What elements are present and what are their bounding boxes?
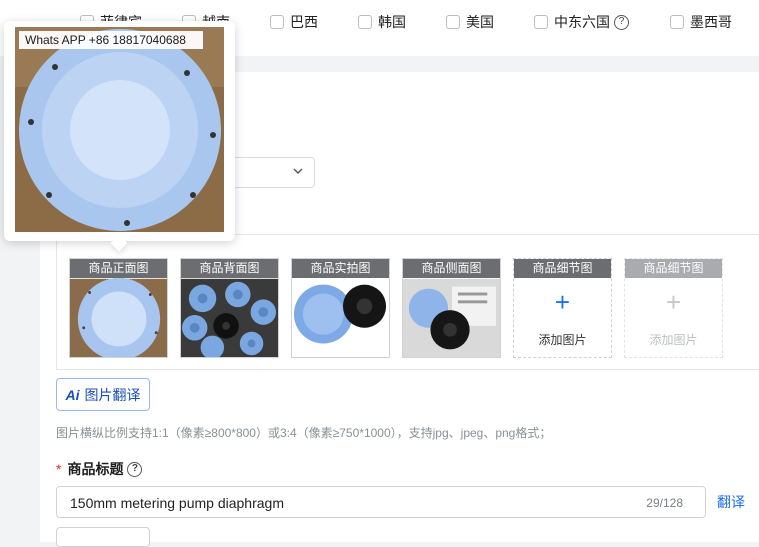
checkbox[interactable] (534, 15, 548, 29)
product-title-label: * 商品标题 ? (56, 459, 143, 479)
country-label: 中东六国 (554, 14, 610, 30)
product-title-text: 商品标题 (67, 461, 124, 477)
thumbnail-diaphragm-pair (292, 278, 389, 357)
character-count: 29/128 (646, 496, 683, 510)
slot-label: 商品正面图 (70, 259, 167, 278)
image-slot-back[interactable]: 商品背面图 (180, 258, 279, 358)
add-image-label: 添加图片 (538, 333, 587, 347)
image-slot-detail[interactable]: 商品细节图 + 添加图片 (513, 258, 612, 358)
slot-label: 商品细节图 (514, 259, 611, 278)
product-title-value: 150mm metering pump diaphragm (70, 495, 284, 511)
country-label: 墨西哥 (690, 14, 732, 30)
checkbox[interactable] (358, 15, 372, 29)
question-circle-icon[interactable]: ? (614, 14, 629, 30)
country-label: 美国 (466, 14, 494, 30)
country-option-mexico[interactable]: 墨西哥 (670, 12, 732, 32)
translate-link[interactable]: 翻译 (717, 492, 745, 512)
slot-label: 商品实拍图 (292, 259, 389, 278)
country-option-usa[interactable]: 美国 (446, 12, 494, 32)
preview-image-diaphragm (15, 27, 224, 232)
image-slot-detail-disabled: 商品细节图 + 添加图片 (624, 258, 723, 358)
thumbnail-diaphragms-packaged (403, 278, 500, 357)
country-option-brazil[interactable]: 巴西 (270, 12, 318, 32)
category-select[interactable] (226, 157, 315, 188)
image-slot-front[interactable]: 商品正面图 (69, 258, 168, 358)
required-mark: * (56, 461, 62, 477)
country-option-korea[interactable]: 韩国 (358, 12, 406, 32)
preview-caption: Whats APP +86 18817040688 (19, 31, 203, 49)
slot-label: 商品侧面图 (403, 259, 500, 278)
image-slot-photo[interactable]: 商品实拍图 (291, 258, 390, 358)
slot-label: 商品背面图 (181, 259, 278, 278)
image-translate-label: 图片翻译 (84, 386, 141, 403)
checkbox[interactable] (670, 15, 684, 29)
plus-icon: + (554, 287, 571, 317)
plus-icon: + (665, 287, 682, 317)
thumbnail-diaphragm-front (70, 278, 167, 357)
image-translate-button[interactable]: Ai 图片翻译 (56, 378, 150, 411)
image-preview-popover: Whats APP +86 18817040688 (4, 21, 235, 241)
image-slot-side[interactable]: 商品侧面图 (402, 258, 501, 358)
country-option-middle-east[interactable]: 中东六国 ? (534, 12, 629, 32)
add-image-label: 添加图片 (649, 333, 698, 347)
slot-label: 商品细节图 (625, 259, 722, 278)
question-circle-icon[interactable]: ? (127, 461, 143, 477)
ai-icon: Ai (65, 386, 80, 403)
chevron-down-icon (293, 168, 303, 174)
country-label: 韩国 (378, 14, 406, 30)
product-title-input[interactable]: 150mm metering pump diaphragm 29/128 (56, 486, 706, 518)
thumbnail-diaphragms-group (181, 278, 278, 357)
checkbox[interactable] (270, 15, 284, 29)
checkbox[interactable] (446, 15, 460, 29)
image-format-hint: 图片横纵比例支持1:1（像素≥800*800）或3:4（像素≥750*1000）… (56, 426, 552, 440)
country-label: 巴西 (290, 14, 318, 30)
secondary-button[interactable] (56, 527, 150, 547)
